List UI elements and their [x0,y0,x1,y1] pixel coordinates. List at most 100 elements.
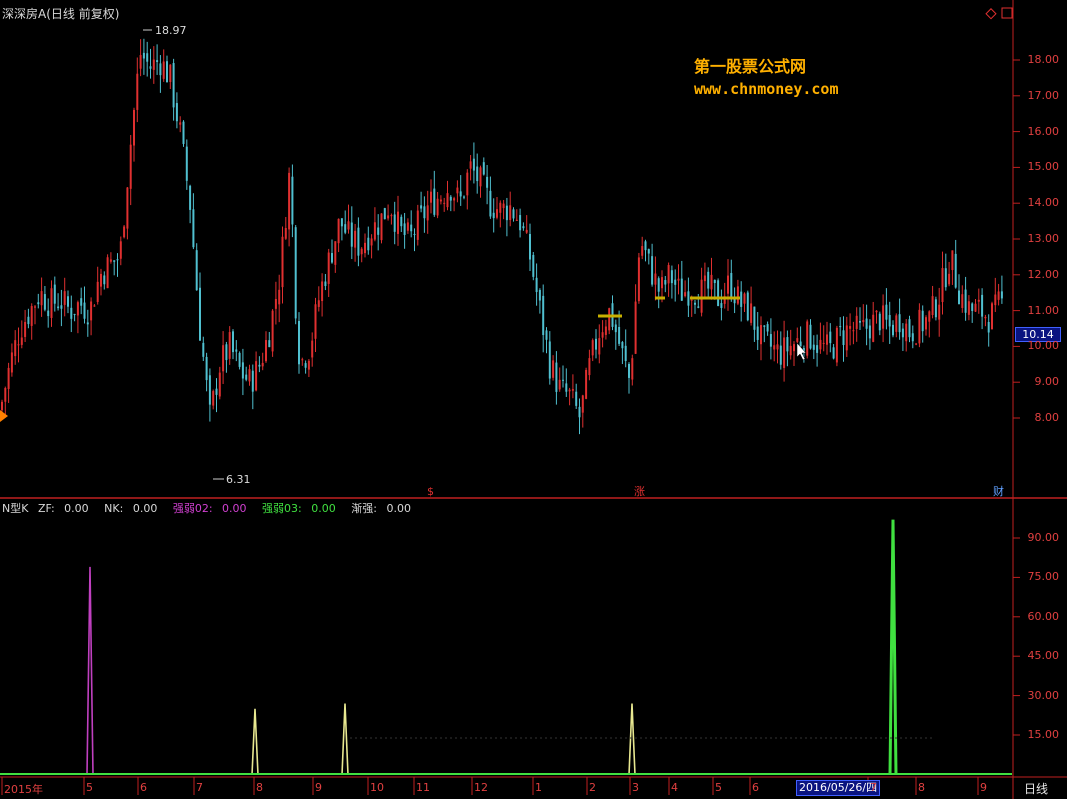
candle-body [7,367,10,389]
x-tick-label: 5 [715,781,722,794]
candle-body [139,55,142,69]
candle-body [621,342,624,349]
candle-body [654,273,657,285]
x-tick-label: 6 [752,781,759,794]
candle-body [492,212,495,219]
candle-body [479,167,482,187]
candle-body [661,277,663,289]
candle-body [100,273,102,287]
candle-body [578,406,581,418]
indicator-spike [86,566,94,776]
price-marker: 财 [993,484,1004,498]
candle-body [60,305,63,309]
candle-body [393,214,396,232]
candle-body [826,334,828,345]
settings-icon [1001,7,1013,19]
candle-body [687,291,690,306]
cursor-date-tag: 2016/05/26/四 [796,780,881,796]
price-tick-label: 12.00 [1027,267,1060,281]
candle-body [93,305,96,307]
candle-body [317,300,320,307]
candle-body [753,306,756,330]
candle-body [1,401,3,411]
indicator-spike [628,703,636,776]
candle-body [974,303,977,312]
candle-body [113,260,116,262]
candle-body [489,190,492,217]
candle-body [512,209,515,219]
candle-body [443,202,446,204]
candle-body [301,359,304,361]
candle-body [136,73,139,110]
candle-body [793,344,795,352]
candle-body [70,307,73,319]
candle-body [4,388,7,402]
indicator-qr02: 强弱02: 0.00 [172,502,247,515]
candle-body [581,395,584,413]
candle-body [720,303,723,308]
candle-body [43,294,46,310]
candle-body [812,344,815,350]
candle-body [769,334,772,347]
price-tick-label: 13.00 [1027,232,1060,245]
candle-body [796,338,799,342]
candle-body [294,227,297,319]
candle-body [166,61,168,83]
x-tick-label: 8 [918,781,925,794]
candle-body [258,364,261,367]
candle-body [159,63,162,76]
x-tick-label: 10 [370,781,384,794]
candle-body [614,324,617,333]
candle-body [298,321,300,365]
candle-body [202,342,205,357]
candle-body [34,306,36,308]
candle-body [331,253,333,263]
candle-body [195,250,198,291]
period-label[interactable]: 日线 [1024,780,1048,797]
candle-body [459,191,462,197]
price-tick-label: 14.00 [1027,196,1060,210]
candle-body [977,299,980,302]
candle-body [552,360,555,378]
price-tick-label: 8.00 [1034,411,1060,424]
candle-body [218,372,221,397]
price-marker: 涨 [634,485,645,498]
candle-body [90,301,93,321]
candle-body [730,272,733,298]
chart-canvas[interactable]: 18.97 6.31 $ 涨 财 [0,0,1067,799]
candle-body [83,302,86,319]
candle-body [829,331,832,344]
candle-body [119,241,122,259]
candle-body [123,226,126,238]
indicator-header: N型K ZF: 0.00 NK: 0.00 强弱02: 0.00 强弱03: 0… [2,500,423,516]
candle-body [126,187,129,229]
candle-body [776,344,779,350]
candle-body [703,275,706,282]
candle-body [453,198,456,201]
candle-body [416,210,419,240]
candle-body [397,211,399,234]
candle-body [674,279,677,285]
x-tick-label: 1 [535,781,542,794]
candle-body [816,345,819,353]
candle-body [337,218,340,244]
candle-body [10,352,13,373]
candle-body [911,333,914,342]
candle-body [852,330,855,332]
candle-body [529,233,531,260]
candle-body [446,193,449,208]
candle-body [199,287,201,341]
candle-body [862,320,865,323]
candle-body [179,122,182,125]
price-tick-label: 16.00 [1027,124,1060,138]
candle-body [469,161,472,169]
candle-body [142,52,145,59]
candle-body [281,236,284,288]
candle-body [832,347,835,359]
indicator-spike [251,708,259,776]
indicator-qr03: 强弱03: 0.00 [262,502,336,515]
candle-body [664,280,667,285]
candle-body [192,209,195,248]
candle-body [773,345,776,350]
candle-body [430,191,432,203]
